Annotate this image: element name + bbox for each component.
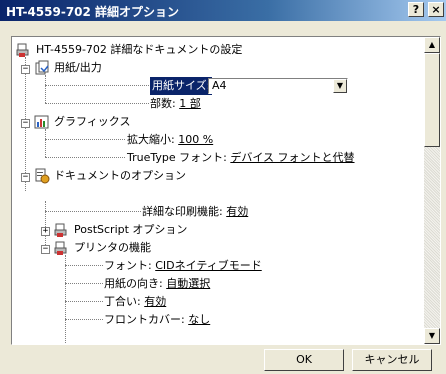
- cancel-button[interactable]: キャンセル: [352, 349, 432, 371]
- tree-line: [65, 283, 103, 284]
- scaling-value[interactable]: 100 %: [178, 133, 213, 146]
- advanced-printing-label: 詳細な印刷機能:: [142, 205, 223, 218]
- tree-node-label: ドキュメントのオプション: [54, 169, 186, 182]
- scaling-label: 拡大縮小:: [127, 133, 175, 146]
- settings-tree[interactable]: HT-4559-702 詳細なドキュメントの設定 − 用紙/出力 用紙サイズ: …: [11, 36, 441, 345]
- document-options-icon: [35, 168, 50, 184]
- collapse-toggle[interactable]: −: [41, 245, 50, 254]
- help-button[interactable]: ?: [408, 2, 424, 17]
- collate-label: 丁合い:: [104, 295, 141, 308]
- tree-line: [45, 75, 46, 103]
- window-title: HT-4559-702 詳細オプション: [6, 5, 180, 19]
- scaling-row[interactable]: 拡大縮小: 100 %: [127, 131, 213, 149]
- font-row[interactable]: フォント: CIDネイティブモード: [104, 257, 262, 275]
- truetype-label: TrueType フォント:: [127, 151, 227, 164]
- collapse-toggle[interactable]: −: [21, 173, 30, 182]
- copies-label: 部数:: [150, 97, 176, 110]
- tree-node-label: PostScript オプション: [74, 223, 188, 236]
- orientation-row[interactable]: 用紙の向き: 自動選択: [104, 275, 210, 293]
- title-bar: HT-4559-702 詳細オプション ? ×: [0, 0, 446, 21]
- copies-value[interactable]: 1 部: [179, 97, 201, 110]
- tree-line: [45, 139, 125, 140]
- collate-row[interactable]: 丁合い: 有効: [104, 293, 166, 311]
- tree-line: [65, 319, 103, 320]
- tree-node-label: プリンタの機能: [74, 241, 151, 254]
- collapse-toggle[interactable]: −: [21, 119, 30, 128]
- tree-line: [65, 255, 66, 344]
- advanced-printing-row[interactable]: 詳細な印刷機能: 有効: [142, 203, 248, 221]
- paper-size-value: A4: [212, 79, 227, 92]
- tree-line: [45, 157, 125, 158]
- tree-root-label: HT-4559-702 詳細なドキュメントの設定: [36, 43, 243, 56]
- collapse-toggle[interactable]: −: [21, 65, 30, 74]
- tree-node-label: 用紙/出力: [54, 61, 102, 74]
- tree-line: [65, 265, 103, 266]
- front-cover-row[interactable]: フロントカバー: なし: [104, 311, 210, 329]
- postscript-icon: [54, 223, 67, 237]
- tree-line: [45, 85, 149, 86]
- paper-size-select[interactable]: A4 ▼: [208, 78, 348, 94]
- tree-line: [65, 301, 103, 302]
- tree-line: [45, 129, 46, 157]
- printer-doc-icon: [16, 43, 29, 57]
- orientation-value[interactable]: 自動選択: [166, 277, 210, 290]
- printer-features-icon: [54, 241, 67, 255]
- expand-toggle[interactable]: +: [41, 227, 50, 236]
- paper-size-label: 用紙サイズ:: [150, 77, 213, 95]
- vertical-scrollbar[interactable]: ▲ ▼: [424, 37, 440, 344]
- truetype-row[interactable]: TrueType フォント: デバイス フォントと代替: [127, 149, 355, 167]
- orientation-label: 用紙の向き:: [104, 277, 163, 290]
- font-value[interactable]: CIDネイティブモード: [155, 259, 262, 272]
- copies-row[interactable]: 部数: 1 部: [150, 95, 201, 113]
- front-cover-label: フロントカバー:: [104, 313, 185, 326]
- scroll-down-button[interactable]: ▼: [424, 328, 440, 344]
- tree-node-label: グラフィックス: [54, 115, 131, 128]
- front-cover-value[interactable]: なし: [188, 313, 210, 326]
- ok-button[interactable]: OK: [264, 349, 344, 371]
- tree-line: [45, 211, 141, 212]
- chevron-down-icon[interactable]: ▼: [333, 79, 347, 93]
- advanced-printing-value[interactable]: 有効: [226, 205, 248, 218]
- graphics-icon: [34, 115, 49, 129]
- tree-line: [45, 103, 149, 104]
- truetype-value[interactable]: デバイス フォントと代替: [230, 151, 354, 164]
- scroll-up-button[interactable]: ▲: [424, 37, 440, 53]
- font-label: フォント:: [104, 259, 152, 272]
- paper-output-icon: [35, 60, 49, 75]
- collate-value[interactable]: 有効: [144, 295, 166, 308]
- scroll-thumb[interactable]: [424, 53, 440, 147]
- close-button[interactable]: ×: [428, 2, 444, 17]
